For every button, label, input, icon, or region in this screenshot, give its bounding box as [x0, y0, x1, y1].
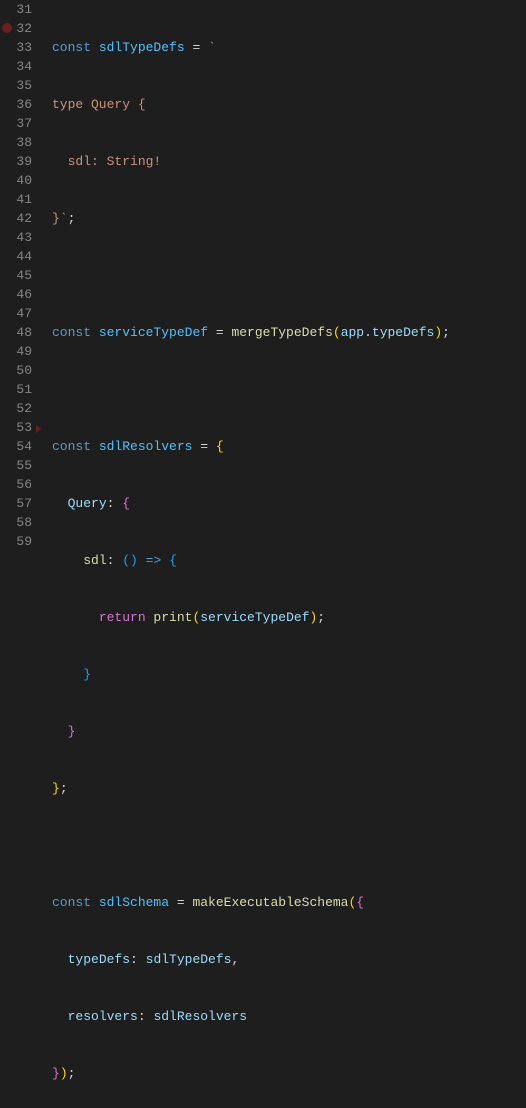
line-number[interactable]: 45	[0, 266, 46, 285]
line-number[interactable]: 46	[0, 285, 46, 304]
line-number[interactable]: 39	[0, 152, 46, 171]
code-line: Query: {	[52, 494, 526, 513]
line-number[interactable]: 56	[0, 475, 46, 494]
code-line	[52, 836, 526, 855]
line-number[interactable]: 36	[0, 95, 46, 114]
code-line: type Query {	[52, 95, 526, 114]
line-number[interactable]: 58	[0, 513, 46, 532]
code-line: sdl: String!	[52, 152, 526, 171]
line-number[interactable]: 49	[0, 342, 46, 361]
line-number[interactable]: 57	[0, 494, 46, 513]
code-line: resolvers: sdlResolvers	[52, 1007, 526, 1026]
code-line: }	[52, 665, 526, 684]
current-line-arrow-icon	[36, 425, 41, 433]
line-number-gutter[interactable]: 3132333435363738394041424344454647484950…	[0, 0, 46, 554]
code-editor: 3132333435363738394041424344454647484950…	[0, 0, 526, 554]
line-number[interactable]: 47	[0, 304, 46, 323]
line-number[interactable]: 42	[0, 209, 46, 228]
code-line: const serviceTypeDef = mergeTypeDefs(app…	[52, 323, 526, 342]
line-number[interactable]: 41	[0, 190, 46, 209]
line-number[interactable]: 59	[0, 532, 46, 551]
line-number[interactable]: 31	[0, 0, 46, 19]
code-line: }	[52, 722, 526, 741]
line-number[interactable]: 38	[0, 133, 46, 152]
line-number[interactable]: 44	[0, 247, 46, 266]
code-line: });	[52, 1064, 526, 1083]
line-number[interactable]: 48	[0, 323, 46, 342]
breakpoint-icon[interactable]	[2, 23, 12, 33]
code-area[interactable]: const sdlTypeDefs = ` type Query { sdl: …	[46, 0, 526, 554]
line-number[interactable]: 50	[0, 361, 46, 380]
code-line: typeDefs: sdlTypeDefs,	[52, 950, 526, 969]
line-number[interactable]: 40	[0, 171, 46, 190]
line-number[interactable]: 33	[0, 38, 46, 57]
code-line	[52, 266, 526, 285]
line-number[interactable]: 37	[0, 114, 46, 133]
line-number[interactable]: 52	[0, 399, 46, 418]
line-number[interactable]: 35	[0, 76, 46, 95]
code-line: };	[52, 779, 526, 798]
code-line	[52, 380, 526, 399]
code-line: const sdlResolvers = {	[52, 437, 526, 456]
code-line: const sdlTypeDefs = `	[52, 38, 526, 57]
line-number[interactable]: 34	[0, 57, 46, 76]
code-line: return print(serviceTypeDef);	[52, 608, 526, 627]
line-number[interactable]: 43	[0, 228, 46, 247]
code-line: }`;	[52, 209, 526, 228]
code-line: const sdlSchema = makeExecutableSchema({	[52, 893, 526, 912]
line-number[interactable]: 55	[0, 456, 46, 475]
line-number[interactable]: 54	[0, 437, 46, 456]
line-number[interactable]: 51	[0, 380, 46, 399]
